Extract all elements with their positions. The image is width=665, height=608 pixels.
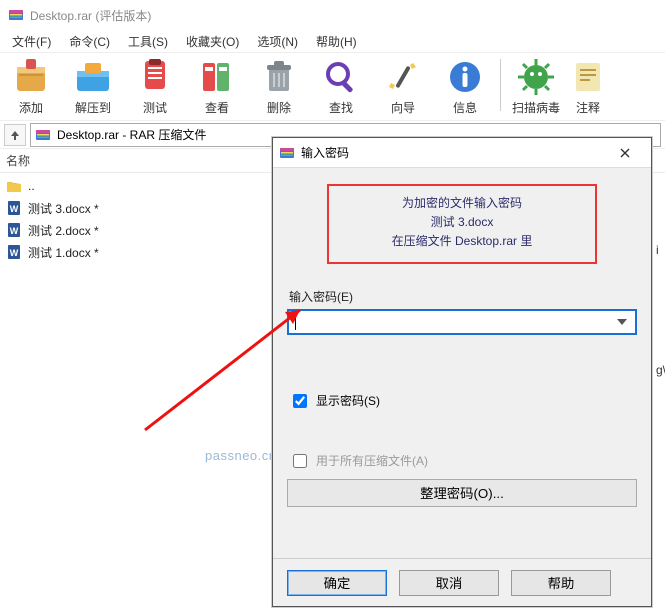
dialog-footer: 确定 取消 帮助	[273, 558, 651, 606]
password-label: 输入密码(E)	[289, 288, 637, 305]
tb-find[interactable]: 查找	[310, 55, 372, 120]
svg-text:W: W	[10, 248, 19, 258]
show-password-check[interactable]	[293, 394, 307, 408]
view-icon	[197, 57, 237, 97]
dialog-icon	[279, 145, 295, 161]
help-button[interactable]: 帮助	[511, 570, 611, 596]
toolbar: 添加 解压到 测试 查看 删除 查找 向导 信息 扫描病毒 注释	[0, 52, 665, 121]
menu-bar: 文件(F) 命令(C) 工具(S) 收藏夹(O) 选项(N) 帮助(H)	[0, 30, 665, 52]
tb-comment[interactable]: 注释	[567, 55, 609, 120]
wizard-icon	[383, 57, 423, 97]
folder-up-icon	[6, 178, 22, 194]
dialog-title: 输入密码	[301, 144, 349, 161]
tb-delete[interactable]: 删除	[248, 55, 310, 120]
dialog-body: 为加密的文件输入密码 测试 3.docx 在压缩文件 Desktop.rar 里…	[273, 168, 651, 558]
docx-icon: W	[6, 222, 22, 238]
find-icon	[321, 57, 361, 97]
tb-scan[interactable]: 扫描病毒	[505, 55, 567, 120]
add-archive-icon	[11, 57, 51, 97]
ok-button[interactable]: 确定	[287, 570, 387, 596]
docx-icon: W	[6, 244, 22, 260]
archive-icon	[35, 127, 51, 143]
tb-test[interactable]: 测试	[124, 55, 186, 120]
svg-text:W: W	[10, 204, 19, 214]
docx-icon: W	[6, 200, 22, 216]
address-text: Desktop.rar - RAR 压缩文件	[57, 126, 206, 143]
cancel-button[interactable]: 取消	[399, 570, 499, 596]
text-cursor	[295, 314, 296, 330]
tb-wizard[interactable]: 向导	[372, 55, 434, 120]
up-arrow-icon	[9, 129, 21, 141]
extract-icon	[73, 57, 113, 97]
tb-view[interactable]: 查看	[186, 55, 248, 120]
apply-all-checkbox[interactable]: 用于所有压缩文件(A)	[289, 451, 637, 471]
test-icon	[135, 57, 175, 97]
show-password-checkbox[interactable]: 显示密码(S)	[289, 391, 637, 411]
dialog-message: 为加密的文件输入密码 测试 3.docx 在压缩文件 Desktop.rar 里	[327, 184, 597, 264]
up-button[interactable]	[4, 124, 26, 146]
tb-info[interactable]: 信息	[434, 55, 496, 120]
watermark: passneo.cn	[205, 448, 277, 463]
tb-extract[interactable]: 解压到	[62, 55, 124, 120]
virus-scan-icon	[516, 57, 556, 97]
dialog-titlebar[interactable]: 输入密码	[273, 138, 651, 168]
organize-passwords-button[interactable]: 整理密码(O)...	[287, 479, 637, 507]
info-icon	[445, 57, 485, 97]
close-icon	[619, 147, 631, 159]
app-icon	[8, 7, 24, 23]
menu-file[interactable]: 文件(F)	[4, 31, 59, 52]
menu-tool[interactable]: 工具(S)	[120, 31, 176, 52]
delete-icon	[259, 57, 299, 97]
password-dialog: 输入密码 为加密的文件输入密码 测试 3.docx 在压缩文件 Desktop.…	[272, 137, 652, 607]
chevron-down-icon[interactable]	[617, 319, 627, 325]
col-name: 名称	[6, 152, 30, 169]
window-titlebar: Desktop.rar (评估版本)	[0, 0, 665, 30]
comment-icon	[568, 57, 608, 97]
cutoff-text: i g\	[656, 230, 665, 390]
toolbar-separator	[500, 59, 501, 111]
password-input[interactable]	[287, 309, 637, 335]
apply-all-check[interactable]	[293, 454, 307, 468]
svg-text:W: W	[10, 226, 19, 236]
menu-fav[interactable]: 收藏夹(O)	[178, 31, 247, 52]
menu-cmd[interactable]: 命令(C)	[61, 31, 118, 52]
menu-opt[interactable]: 选项(N)	[249, 31, 306, 52]
close-button[interactable]	[605, 139, 645, 167]
menu-help[interactable]: 帮助(H)	[308, 31, 365, 52]
tb-add[interactable]: 添加	[0, 55, 62, 120]
window-title: Desktop.rar (评估版本)	[30, 7, 151, 24]
